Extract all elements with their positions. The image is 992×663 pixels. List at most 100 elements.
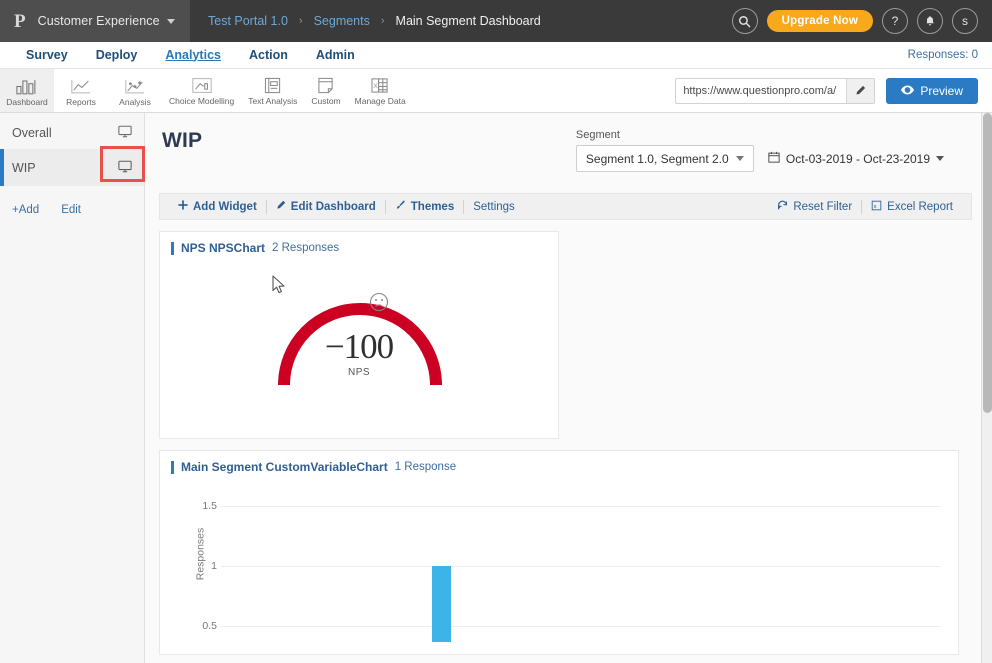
toolbar-item-manage-data[interactable]: X Manage Data bbox=[348, 69, 413, 112]
toolbar-item-text-analysis[interactable]: Text Analysis bbox=[241, 69, 304, 112]
help-icon[interactable]: ? bbox=[882, 8, 908, 34]
brand-name: Customer Experience bbox=[37, 14, 160, 28]
bar-data-point[interactable] bbox=[432, 566, 451, 642]
scrollbar-thumb[interactable] bbox=[983, 113, 992, 413]
excel-icon: x bbox=[871, 200, 882, 214]
excel-report-label: Excel Report bbox=[887, 200, 953, 213]
app-window: P Customer Experience Test Portal 1.0 › … bbox=[0, 0, 992, 663]
toolbar-label-reports: Reports bbox=[66, 96, 96, 107]
widget-nps-chart[interactable]: NPS NPSChart 2 Responses −100 NPS bbox=[159, 231, 559, 439]
pencil-icon bbox=[276, 200, 286, 213]
nps-value: −100 bbox=[324, 327, 394, 366]
y-axis-tick: 1 bbox=[211, 560, 217, 572]
preview-button-label: Preview bbox=[920, 83, 963, 98]
reset-filter-button[interactable]: Reset Filter bbox=[768, 198, 861, 215]
date-range-value: Oct-03-2019 - Oct-23-2019 bbox=[785, 151, 930, 166]
widget-header: NPS NPSChart 2 Responses bbox=[160, 232, 558, 255]
breadcrumb-item-portal[interactable]: Test Portal 1.0 bbox=[208, 14, 288, 28]
nps-caption: NPS bbox=[347, 367, 371, 378]
breadcrumb-separator-icon: › bbox=[380, 15, 385, 27]
widget-title: Main Segment CustomVariableChart bbox=[181, 460, 388, 474]
vertical-scrollbar[interactable] bbox=[981, 113, 992, 663]
calendar-icon bbox=[768, 151, 780, 166]
themes-button[interactable]: Themes bbox=[386, 198, 463, 215]
toolbar-label-text-analysis: Text Analysis bbox=[248, 95, 298, 106]
custom-page-icon bbox=[316, 76, 336, 94]
widget-response-count: 2 Responses bbox=[272, 242, 340, 254]
nav-item-deploy[interactable]: Deploy bbox=[82, 42, 152, 69]
excel-sheet-icon: X bbox=[370, 76, 390, 94]
widget-accent-bar bbox=[171, 241, 174, 255]
reset-filter-label: Reset Filter bbox=[793, 200, 853, 213]
chevron-down-icon[interactable] bbox=[166, 18, 175, 24]
nav-item-analytics[interactable]: Analytics bbox=[151, 42, 235, 69]
search-icon[interactable] bbox=[731, 8, 758, 34]
nav-item-admin[interactable]: Admin bbox=[302, 42, 369, 69]
notification-bell-icon[interactable] bbox=[917, 8, 943, 34]
toolbar-label-analysis: Analysis bbox=[119, 96, 151, 107]
toolbar-item-analysis[interactable]: Analysis bbox=[108, 69, 162, 112]
monitor-icon[interactable] bbox=[118, 160, 132, 176]
sidebar-edit-button[interactable]: Edit bbox=[61, 204, 81, 216]
widget-header: Main Segment CustomVariableChart 1 Respo… bbox=[160, 451, 958, 474]
toolbar-item-reports[interactable]: Reports bbox=[54, 69, 108, 112]
widget-action-bar: Add Widget Edit Dashboard Themes Setting… bbox=[159, 193, 972, 220]
widget-title: NPS NPSChart bbox=[181, 241, 266, 255]
brand-zone[interactable]: P Customer Experience bbox=[0, 0, 190, 42]
survey-url-text[interactable]: https://www.questionpro.com/a/ bbox=[676, 79, 846, 103]
responses-count: Responses: 0 bbox=[907, 49, 978, 61]
segment-select-value: Segment 1.0, Segment 2.0 bbox=[585, 151, 729, 166]
plus-icon bbox=[178, 200, 188, 213]
survey-url-box[interactable]: https://www.questionpro.com/a/ bbox=[675, 77, 876, 104]
nav-item-action[interactable]: Action bbox=[235, 42, 302, 69]
chevron-down-icon bbox=[936, 156, 944, 161]
sidebar-item-wip[interactable]: WIP bbox=[0, 149, 144, 186]
sidebar-item-overall[interactable]: Overall bbox=[0, 117, 144, 149]
segment-filters: Segment Segment 1.0, Segment 2.0 Oct-03-… bbox=[575, 129, 972, 172]
avatar[interactable]: s bbox=[952, 8, 978, 34]
page-title: WIP bbox=[162, 129, 203, 152]
dashboard-content: WIP Segment Segment 1.0, Segment 2.0 Oct… bbox=[145, 113, 992, 663]
add-widget-button[interactable]: Add Widget bbox=[169, 198, 266, 215]
date-range-picker[interactable]: Oct-03-2019 - Oct-23-2019 bbox=[768, 151, 944, 172]
monitor-icon[interactable] bbox=[118, 125, 132, 141]
svg-text:X: X bbox=[374, 82, 379, 89]
sidebar-add-button[interactable]: +Add bbox=[12, 204, 39, 216]
sidebar-actions: +Add Edit bbox=[0, 186, 144, 216]
bar-chart-plot: Responses 1.5 1 0.5 bbox=[160, 474, 958, 642]
segment-label: Segment bbox=[575, 129, 620, 141]
widget-custom-variable-chart[interactable]: Main Segment CustomVariableChart 1 Respo… bbox=[159, 450, 959, 655]
toolbar-item-dashboard[interactable]: Dashboard bbox=[0, 69, 54, 112]
edit-dashboard-label: Edit Dashboard bbox=[290, 200, 376, 213]
edit-dashboard-button[interactable]: Edit Dashboard bbox=[267, 198, 385, 215]
upgrade-now-button[interactable]: Upgrade Now bbox=[766, 10, 873, 32]
breadcrumb: Test Portal 1.0 › Segments › Main Segmen… bbox=[190, 14, 541, 28]
widget-response-count: 1 Response bbox=[394, 461, 457, 473]
nav-item-survey[interactable]: Survey bbox=[12, 42, 82, 69]
y-axis-tick: 0.5 bbox=[202, 620, 217, 632]
pencil-icon[interactable] bbox=[846, 78, 875, 103]
breadcrumb-item-segments[interactable]: Segments bbox=[314, 14, 370, 28]
chevron-down-icon bbox=[735, 156, 744, 161]
sidebar-item-label: WIP bbox=[12, 160, 36, 175]
line-chart-icon bbox=[70, 77, 92, 95]
toolbar-label-choice-modelling: Choice Modelling bbox=[169, 95, 235, 106]
toolbar-item-custom[interactable]: Custom bbox=[304, 69, 347, 112]
gridline bbox=[221, 566, 940, 567]
toolbar-label-manage-data: Manage Data bbox=[354, 95, 406, 106]
trend-chart-icon bbox=[191, 76, 213, 94]
svg-text:x: x bbox=[874, 203, 877, 209]
segment-select[interactable]: Segment 1.0, Segment 2.0 bbox=[575, 145, 754, 172]
excel-report-button[interactable]: x Excel Report bbox=[862, 198, 962, 215]
refresh-icon bbox=[777, 200, 788, 214]
dashboard-sidebar: Overall WIP +Add Edit bbox=[0, 113, 145, 663]
settings-button[interactable]: Settings bbox=[464, 198, 524, 215]
add-widget-label: Add Widget bbox=[193, 200, 257, 213]
preview-button[interactable]: Preview bbox=[886, 77, 978, 104]
y-axis-label: Responses bbox=[194, 527, 207, 581]
segment-select-group: Segment Segment 1.0, Segment 2.0 bbox=[575, 129, 754, 172]
scatter-chart-icon bbox=[124, 77, 146, 95]
toolbar-item-choice-modelling[interactable]: Choice Modelling bbox=[162, 69, 241, 112]
survey-url-zone: https://www.questionpro.com/a/ Preview bbox=[675, 69, 992, 112]
gridline bbox=[221, 506, 940, 507]
